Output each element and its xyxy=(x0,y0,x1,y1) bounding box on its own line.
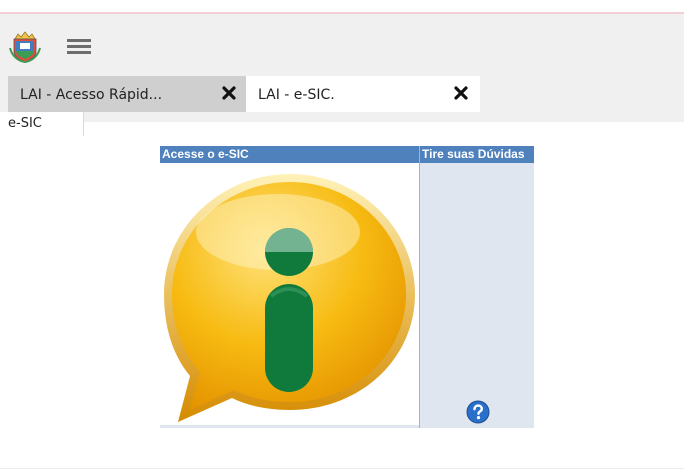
subtab-label: e-SIC xyxy=(8,116,42,131)
municipal-logo-icon[interactable] xyxy=(8,30,42,64)
close-icon[interactable] xyxy=(220,84,238,102)
access-esic-header: Acesse o e-SIC xyxy=(160,146,419,163)
close-icon[interactable] xyxy=(452,84,470,102)
information-icon[interactable] xyxy=(160,170,419,424)
hamburger-menu-icon[interactable] xyxy=(64,36,94,58)
tab-label: LAI - Acesso Rápid... xyxy=(20,87,163,103)
help-column: Tire suas Dúvidas xyxy=(420,146,534,428)
access-esic-column: Acesse o e-SIC xyxy=(160,146,419,428)
help-header: Tire suas Dúvidas xyxy=(420,146,534,163)
help-question-icon[interactable] xyxy=(466,400,490,424)
app-header: LAI - Acesso Rápid... LAI - e-SIC. e-SIC xyxy=(0,14,684,136)
subtab-esic[interactable]: e-SIC xyxy=(0,112,84,136)
column-footer-bar xyxy=(160,425,419,428)
bottom-divider xyxy=(0,468,684,469)
tab-label: LAI - e-SIC. xyxy=(258,87,335,103)
top-border xyxy=(0,0,684,14)
esic-panel: Acesse o e-SIC Tire suas Dúvidas xyxy=(160,146,534,428)
tab-lai-esic[interactable]: LAI - e-SIC. xyxy=(246,76,480,112)
tab-lai-acesso-rapido[interactable]: LAI - Acesso Rápid... xyxy=(8,76,246,112)
